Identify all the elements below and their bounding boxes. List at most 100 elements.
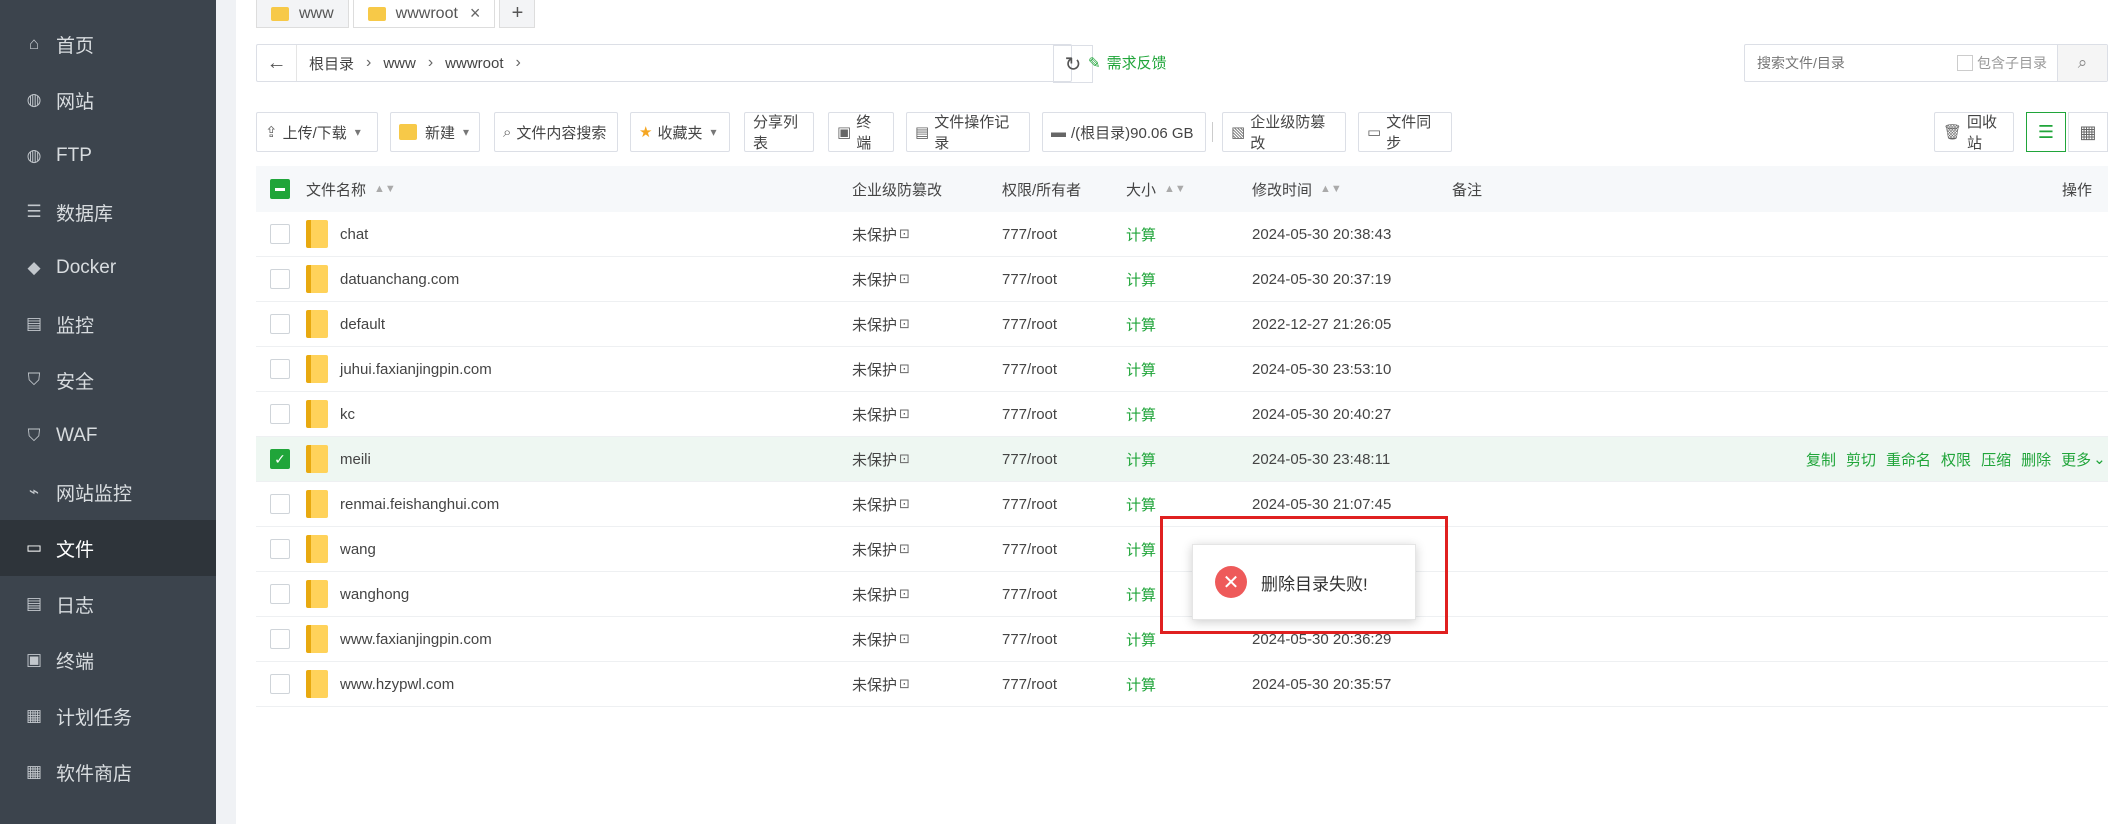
table-row[interactable]: chat 未保护 ⊡ 777/root 计算 2024-05-30 20:38:43 [256,212,2108,257]
table-row[interactable]: default 未保护 ⊡ 777/root 计算 2022-12-27 21:26:05 [256,302,2108,347]
checkbox[interactable] [1957,55,1973,71]
tamper-cell[interactable]: 未保护 ⊡ [852,347,910,391]
add-tab-button[interactable]: + [499,0,536,28]
file-name-cell[interactable]: wanghong [306,572,409,616]
row-checkbox[interactable] [270,674,290,694]
perm-cell[interactable]: 777/root [1002,257,1057,301]
header-size[interactable]: 大小 ▲▼ [1126,166,1186,212]
operation-log-button[interactable]: ▤ 文件操作记录 [906,112,1030,152]
breadcrumb-www[interactable]: www [383,55,416,72]
terminal-button[interactable]: ▣ 终端 [828,112,894,152]
header-name[interactable]: 文件名称 ▲▼ [306,166,396,212]
file-name[interactable]: wang [340,541,376,558]
sidebar-item-7[interactable]: ⛉ WAF [0,408,216,464]
file-name[interactable]: datuanchang.com [340,271,459,288]
tamper-cell[interactable]: 未保护 ⊡ [852,482,910,526]
table-row[interactable]: kc 未保护 ⊡ 777/root 计算 2024-05-30 20:40:27 [256,392,2108,437]
share-list-button[interactable]: 分享列表 [744,112,814,152]
tamper-cell[interactable]: 未保护 ⊡ [852,212,910,256]
tamper-cell[interactable]: 未保护 ⊡ [852,392,910,436]
select-all-checkbox[interactable] [270,179,290,199]
row-checkbox[interactable] [270,314,290,334]
file-name-cell[interactable]: www.hzypwl.com [306,662,454,706]
sidebar-item-10[interactable]: ▤ 日志 [0,576,216,632]
disk-button[interactable]: ▬ /(根目录)90.06 GB [1042,112,1206,152]
chevron-down-icon[interactable]: ⌄ [2093,450,2106,468]
back-button[interactable]: ← [257,45,297,81]
file-name[interactable]: www.faxianjingpin.com [340,631,492,648]
calc-size-link[interactable]: 计算 [1126,347,1156,391]
calc-size-link[interactable]: 计算 [1126,257,1156,301]
file-name-cell[interactable]: meili [306,437,371,481]
search-input[interactable] [1745,45,1945,81]
row-action-1[interactable]: 剪切 [1846,449,1876,470]
row-action-0[interactable]: 复制 [1806,449,1836,470]
perm-cell[interactable]: 777/root [1002,392,1057,436]
row-action-6[interactable]: 更多 [2061,449,2091,470]
perm-cell[interactable]: 777/root [1002,662,1057,706]
file-name[interactable]: chat [340,226,368,243]
file-name-cell[interactable]: default [306,302,385,346]
row-action-3[interactable]: 权限 [1941,449,1971,470]
sidebar-item-6[interactable]: ⛉ 安全 [0,352,216,408]
close-icon[interactable]: × [470,3,481,24]
sidebar-item-13[interactable]: ▦ 软件商店 [0,744,216,800]
tamper-cell[interactable]: 未保护 ⊡ [852,302,910,346]
table-row[interactable]: datuanchang.com 未保护 ⊡ 777/root 计算 2024-05-30 … [256,257,2108,302]
table-row[interactable]: ✓ meili 未保护 ⊡ 777/root 计算 2024-05-30 23:48:11 复… [256,437,2108,482]
row-checkbox[interactable]: ✓ [270,449,290,469]
row-checkbox[interactable] [270,224,290,244]
row-checkbox[interactable] [270,629,290,649]
row-checkbox[interactable] [270,269,290,289]
sidebar-item-9[interactable]: ▭ 文件 [0,520,216,576]
row-action-5[interactable]: 删除 [2021,449,2051,470]
sidebar-item-12[interactable]: ▦ 计划任务 [0,688,216,744]
sidebar-item-0[interactable]: ⌂ 首页 [0,16,216,72]
tab-wwwroot[interactable]: wwwroot × [352,0,496,28]
include-subdir-checkbox[interactable]: 包含子目录 [1957,53,2047,73]
row-checkbox[interactable] [270,359,290,379]
perm-cell[interactable]: 777/root [1002,482,1057,526]
row-action-4[interactable]: 压缩 [1981,449,2011,470]
tab-www[interactable]: www [256,0,349,28]
file-name-cell[interactable]: renmai.feishanghui.com [306,482,499,526]
breadcrumb-root[interactable]: 根目录 [309,53,354,74]
perm-cell[interactable]: 777/root [1002,617,1057,661]
sidebar-item-11[interactable]: ▣ 终端 [0,632,216,688]
search-button[interactable]: ⌕ [2057,45,2107,81]
calc-size-link[interactable]: 计算 [1126,482,1156,526]
file-name[interactable]: wanghong [340,586,409,603]
row-checkbox[interactable] [270,404,290,424]
perm-cell[interactable]: 777/root [1002,302,1057,346]
row-checkbox[interactable] [270,494,290,514]
refresh-button[interactable]: ↻ [1053,45,1093,83]
calc-size-link[interactable]: 计算 [1126,437,1156,481]
sidebar-item-5[interactable]: ▤ 监控 [0,296,216,352]
perm-cell[interactable]: 777/root [1002,527,1057,571]
favorites-button[interactable]: ★ 收藏夹 ▾ [630,112,730,152]
file-name[interactable]: meili [340,451,371,468]
file-name[interactable]: juhui.faxianjingpin.com [340,361,492,378]
calc-size-link[interactable]: 计算 [1126,572,1156,616]
file-sync-button[interactable]: ▭ 文件同步 [1358,112,1452,152]
tamper-cell[interactable]: 未保护 ⊡ [852,257,910,301]
tamper-cell[interactable]: 未保护 ⊡ [852,617,910,661]
file-name-cell[interactable]: www.faxianjingpin.com [306,617,492,661]
sidebar-item-3[interactable]: ☰ 数据库 [0,184,216,240]
file-name[interactable]: kc [340,406,355,423]
file-name-cell[interactable]: datuanchang.com [306,257,459,301]
sidebar-item-1[interactable]: ◍ 网站 [0,72,216,128]
calc-size-link[interactable]: 计算 [1126,212,1156,256]
header-mtime[interactable]: 修改时间 ▲▼ [1252,166,1342,212]
calc-size-link[interactable]: 计算 [1126,302,1156,346]
breadcrumb-wwwroot[interactable]: wwwroot [445,55,503,72]
file-name-cell[interactable]: juhui.faxianjingpin.com [306,347,492,391]
perm-cell[interactable]: 777/root [1002,572,1057,616]
file-name[interactable]: www.hzypwl.com [340,676,454,693]
sidebar-item-8[interactable]: ⌁ 网站监控 [0,464,216,520]
content-search-button[interactable]: ⌕ 文件内容搜索 [494,112,618,152]
row-checkbox[interactable] [270,584,290,604]
calc-size-link[interactable]: 计算 [1126,662,1156,706]
file-name[interactable]: renmai.feishanghui.com [340,496,499,513]
file-name-cell[interactable]: wang [306,527,376,571]
